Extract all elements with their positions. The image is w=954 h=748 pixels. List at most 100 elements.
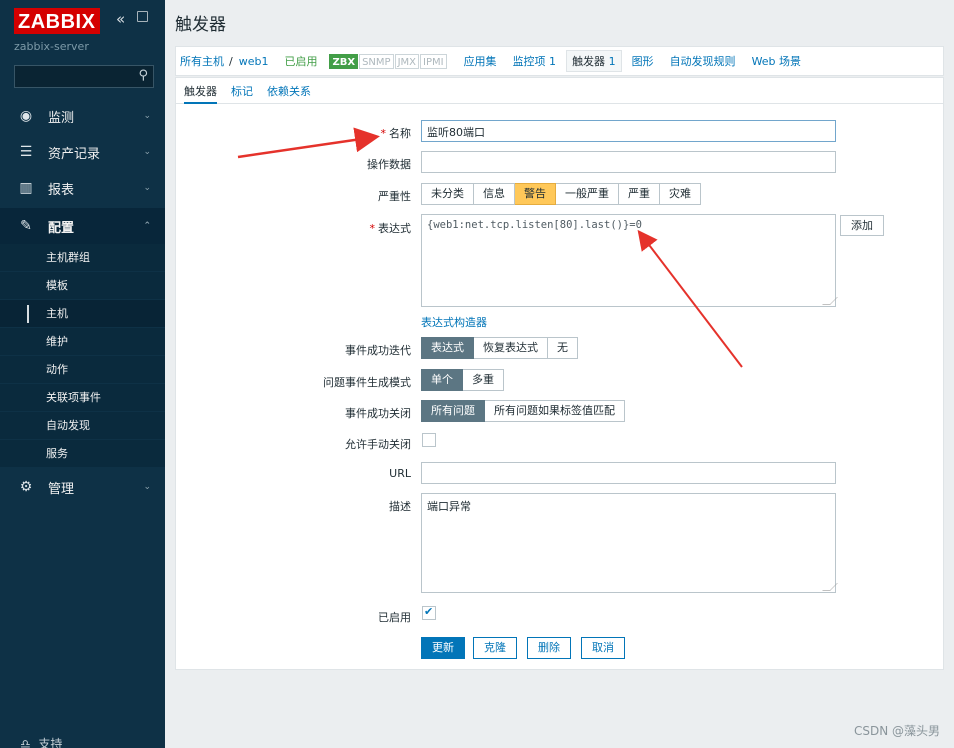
host-navigation: 所有主机 / web1 已启用 ZBX SNMP JMX IPMI 应用集 监控…	[175, 46, 944, 76]
ok-event-selector: 表达式 恢复表达式 无	[421, 337, 578, 359]
cancel-button[interactable]: 取消	[581, 637, 625, 659]
mode-multiple[interactable]: 多重	[463, 369, 504, 391]
name-label-text: 名称	[389, 127, 411, 140]
all-hosts-link[interactable]: 所有主机	[180, 53, 224, 69]
list-icon: ☰	[19, 144, 33, 160]
support-link[interactable]: ♎ 支持	[20, 735, 62, 748]
severity-disaster[interactable]: 灾难	[660, 183, 701, 205]
tab-dependencies[interactable]: 依赖关系	[267, 83, 311, 99]
search-input[interactable]: ⚲	[14, 65, 154, 88]
severity-not-classified[interactable]: 未分类	[421, 183, 474, 205]
graphs-link[interactable]: 图形	[632, 53, 654, 69]
chevron-down-icon: ⌄	[143, 482, 151, 492]
ok-close-selector: 所有问题 所有问题如果标签值匹配	[421, 400, 625, 422]
submenu-actions[interactable]: 动作	[0, 356, 165, 384]
required-mark: *	[380, 127, 387, 140]
submenu-maintenance[interactable]: 维护	[0, 328, 165, 356]
ok-event-label: 事件成功迭代	[345, 344, 411, 357]
config-submenu: 主机群组 模板 主机 维护 动作 关联项事件 自动发现 服务	[0, 244, 165, 468]
close-all-problems[interactable]: 所有问题	[421, 400, 485, 422]
ok-event-expression[interactable]: 表达式	[421, 337, 474, 359]
watermark: CSDN @藻头男	[853, 724, 940, 738]
menu-administration[interactable]: ⚙ 管理 ⌄	[0, 469, 165, 505]
trigger-form: 触发器 标记 依赖关系 * 名称 监听80端口 操作数据 严重性 未分类 信息 警…	[175, 77, 944, 670]
url-field[interactable]	[421, 462, 836, 484]
delete-button[interactable]: 删除	[527, 637, 571, 659]
submenu-discovery[interactable]: 自动发现	[0, 412, 165, 440]
breadcrumb-separator: /	[229, 54, 233, 68]
expression-builder-link[interactable]: 表达式构造器	[421, 314, 487, 330]
enabled-label: 已启用	[378, 611, 411, 624]
manual-close-label: 允许手动关闭	[345, 438, 411, 451]
triggers-link[interactable]: 触发器 1	[566, 50, 622, 72]
severity-high[interactable]: 严重	[619, 183, 660, 205]
menu-reports[interactable]: ▥ 报表 ⌄	[0, 170, 165, 206]
snmp-tag: SNMP	[359, 53, 394, 69]
description-value: 端口异常	[427, 500, 471, 513]
manual-close-checkbox[interactable]	[422, 433, 436, 447]
severity-average[interactable]: 一般严重	[556, 183, 619, 205]
description-field[interactable]: 端口异常	[421, 493, 838, 593]
applications-link[interactable]: 应用集	[464, 53, 497, 69]
expression-value: {web1:net.tcp.listen[80].last()}=0	[427, 219, 642, 231]
tab-trigger[interactable]: 触发器	[184, 83, 217, 104]
submenu-correlation[interactable]: 关联项事件	[0, 384, 165, 412]
main-content: 触发器 所有主机 / web1 已启用 ZBX SNMP JMX IPMI 应用…	[165, 0, 954, 748]
gear-icon: ⚙	[19, 479, 33, 495]
form-tabs: 触发器 标记 依赖关系	[176, 78, 943, 104]
zabbix-logo[interactable]: ZABBIX	[14, 8, 101, 34]
ok-event-none[interactable]: 无	[548, 337, 578, 359]
enabled-checkbox[interactable]	[422, 605, 436, 620]
mode-single[interactable]: 单个	[421, 369, 463, 391]
menu-configuration[interactable]: ✎ 配置 ⌃	[0, 208, 165, 244]
menu-label: 报表	[48, 182, 75, 198]
severity-information[interactable]: 信息	[474, 183, 515, 205]
menu-label: 配置	[48, 220, 75, 236]
resize-handle-icon[interactable]	[822, 583, 838, 591]
kiosk-mode-icon[interactable]	[137, 11, 148, 22]
menu-label: 监测	[48, 110, 75, 126]
add-expression-button[interactable]: 添加	[840, 215, 884, 236]
required-mark: *	[369, 222, 376, 235]
submenu-hosts[interactable]: 主机	[0, 300, 165, 328]
submenu-host-groups[interactable]: 主机群组	[0, 244, 165, 272]
page-title: 触发器	[175, 15, 226, 35]
host-status[interactable]: 已启用	[284, 53, 317, 69]
name-field[interactable]: 监听80端口	[421, 120, 836, 142]
submenu-templates[interactable]: 模板	[0, 272, 165, 300]
menu-inventory[interactable]: ☰ 资产记录 ⌄	[0, 134, 165, 170]
menu-label: 管理	[48, 481, 75, 497]
ok-close-label: 事件成功关闭	[345, 407, 411, 420]
bar-chart-icon: ▥	[19, 180, 33, 196]
description-label: 描述	[389, 500, 411, 513]
discovery-rules-link[interactable]: 自动发现规则	[670, 53, 736, 69]
close-matching-tags[interactable]: 所有问题如果标签值匹配	[485, 400, 625, 422]
severity-warning[interactable]: 警告	[515, 183, 556, 205]
wrench-icon: ✎	[20, 218, 32, 234]
url-label: URL	[389, 467, 411, 480]
severity-label: 严重性	[378, 190, 411, 203]
update-button[interactable]: 更新	[421, 637, 465, 659]
submenu-services[interactable]: 服务	[0, 440, 165, 468]
triggers-count: 1	[608, 55, 616, 68]
expression-field[interactable]: {web1:net.tcp.listen[80].last()}=0	[421, 214, 838, 307]
resize-handle-icon[interactable]	[822, 297, 838, 305]
tab-tags[interactable]: 标记	[231, 83, 253, 99]
name-label: * 名称	[381, 125, 412, 141]
event-mode-selector: 单个 多重	[421, 369, 504, 391]
host-link[interactable]: web1	[239, 55, 269, 68]
items-link[interactable]: 监控项 1	[513, 53, 557, 69]
jmx-tag: JMX	[394, 53, 419, 69]
eye-icon: ◉	[19, 108, 33, 124]
web-scenarios-link[interactable]: Web 场景	[752, 53, 801, 69]
ipmi-tag: IPMI	[420, 53, 447, 69]
clone-button[interactable]: 克隆	[473, 637, 517, 659]
menu-monitoring[interactable]: ◉ 监测 ⌄	[0, 98, 165, 134]
chevron-down-icon: ⌄	[143, 147, 151, 157]
support-label: 支持	[38, 737, 63, 748]
severity-selector: 未分类 信息 警告 一般严重 严重 灾难	[421, 183, 701, 205]
ok-event-recovery[interactable]: 恢复表达式	[474, 337, 548, 359]
search-icon[interactable]: ⚲	[138, 68, 148, 83]
opdata-field[interactable]	[421, 151, 836, 173]
collapse-sidebar-icon[interactable]: «	[116, 10, 125, 28]
